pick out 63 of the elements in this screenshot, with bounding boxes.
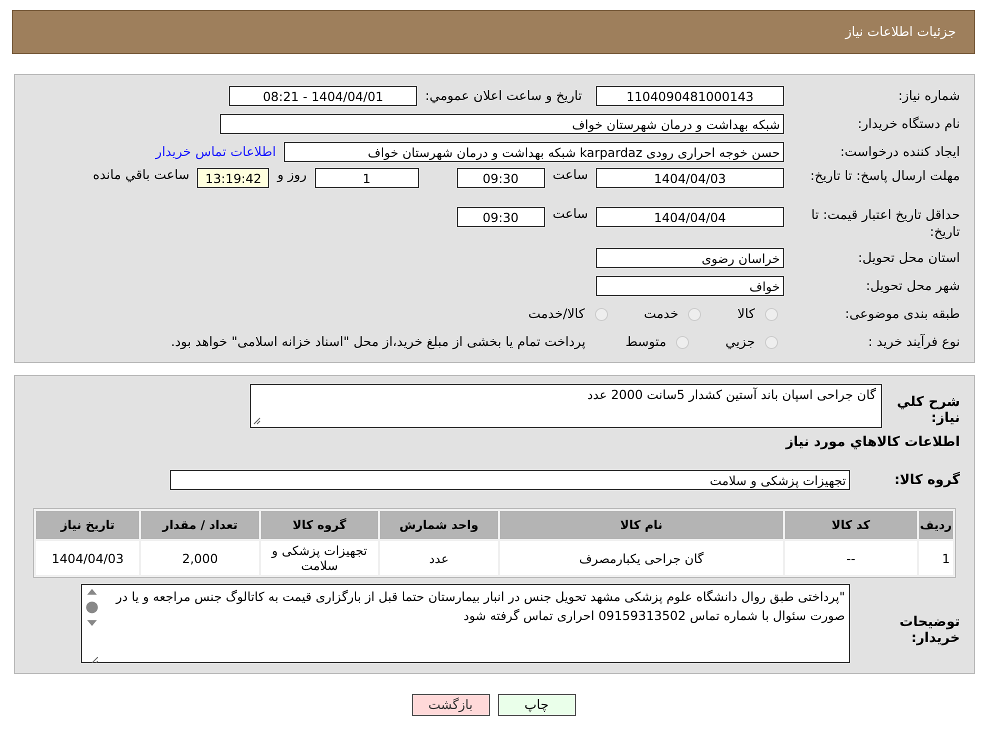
- city-field: خواف: [596, 276, 784, 296]
- radio-label: خدمت: [644, 306, 678, 322]
- field-label: ساعت: [552, 168, 588, 183]
- field-label: مهلت ارسال پاسخ: تا تاریخ:: [809, 168, 960, 185]
- field-label: گروه کالا:: [893, 472, 960, 488]
- buyer-org-field: شبکه بهداشت و درمان شهرستان خواف: [220, 114, 784, 134]
- field-label: نوع فرآیند خرید :: [867, 334, 960, 350]
- validity-date-field: 1404/04/04: [596, 207, 784, 227]
- table-cell: گان جراحی یکبارمصرف: [500, 541, 784, 575]
- field-label: ساعت باقي مانده: [92, 168, 190, 183]
- province-field: خراسان رضوی: [596, 248, 784, 268]
- radio-button[interactable]: [765, 336, 778, 348]
- days-field: 1: [314, 168, 419, 188]
- need-number-field: 1104090481000143: [596, 86, 784, 106]
- field-label: شرح کلي نیاز:: [896, 393, 960, 426]
- radio-button[interactable]: [676, 336, 690, 348]
- column-header: تعداد / مقدار: [141, 511, 259, 539]
- radio-label: کالا: [737, 306, 755, 322]
- radio-label: جزیي: [725, 334, 755, 350]
- buyer-notes-box: "پرداختی طبق روال دانشگاه علوم پزشکی مشهد تحویل جنس در انبار بیمارستان حتما قبل از بارگزاری قیمت به کاتالوگ جنس مراجعه و یا در صورت سئوال با شماره تماس 09159313502 احراری تماس گرفته شود: [81, 584, 850, 663]
- section-title: اطلاعات کالاهاي مورد نیاز: [784, 434, 960, 450]
- requester-field: حسن خوجه احراری رودی karpardaz شبکه بهداشت و درمان شهرستان خواف: [284, 142, 784, 162]
- field-label: شماره نیاز:: [897, 88, 960, 104]
- column-header: واحد شمارش: [380, 511, 498, 539]
- buyer-contact-link[interactable]: اطلاعات تماس خریدار: [156, 144, 276, 160]
- table-cell: 1404/04/03: [36, 541, 140, 575]
- field-label: شهر محل تحویل:: [864, 278, 960, 294]
- deadline-time-field: 09:30: [456, 168, 545, 188]
- field-label: ایجاد کننده درخواست:: [839, 144, 960, 160]
- table-cell: --: [785, 541, 917, 575]
- column-header: نام کالا: [500, 511, 784, 539]
- table-cell: عدد: [380, 541, 498, 575]
- field-label: ساعت: [552, 207, 588, 222]
- resize-grip-icon[interactable]: [253, 417, 261, 425]
- column-header: کد کالا: [785, 511, 917, 539]
- process-note: پرداخت تمام یا بخشی از مبلغ خرید،از محل "اسناد خزانه اسلامی" خواهد بود.: [170, 334, 586, 350]
- radio-button[interactable]: [688, 308, 702, 320]
- table-cell: 1: [918, 541, 953, 575]
- field-label: استان محل تحویل:: [857, 250, 960, 266]
- field-label: توضیحات خریدار:: [898, 613, 960, 646]
- goods-group-field: تجهیزات پزشکی و سلامت: [170, 470, 850, 490]
- validity-time-field: 09:30: [456, 207, 545, 227]
- deadline-date-field: 1404/04/03: [596, 168, 784, 188]
- table-cell: تجهیزات پزشکی و سلامت: [260, 541, 378, 575]
- summary-box: گان جراحی اسپان باند آستین کشدار 5سانت 2000 عدد: [250, 384, 882, 428]
- field-label: حداقل تاریخ اعتبار قیمت: تا تاریخ:: [810, 207, 960, 241]
- field-label: روز و: [277, 168, 307, 183]
- page-title: جزئیات اطلاعات نیاز: [845, 24, 956, 40]
- back-button[interactable]: بازگشت: [412, 694, 490, 716]
- field-label: طبقه بندی موضوعی:: [844, 306, 960, 322]
- field-label: تاریخ و ساعت اعلان عمومي:: [425, 88, 582, 104]
- radio-label: کالا/خدمت: [528, 306, 585, 322]
- column-header: گروه کالا: [260, 511, 378, 539]
- radio-button[interactable]: [765, 308, 778, 320]
- table-cell: 2,000: [141, 541, 259, 575]
- remaining-time-field: 13:19:42: [197, 168, 270, 188]
- radio-button[interactable]: [594, 308, 608, 320]
- announce-date-field: 1404/04/01 - 08:21: [229, 86, 418, 106]
- radio-label: متوسط: [625, 334, 666, 350]
- field-label: نام دستگاه خریدار:: [856, 116, 960, 132]
- column-header: تاریخ نیاز: [36, 511, 140, 539]
- column-header: ردیف: [918, 511, 953, 539]
- print-button[interactable]: چاپ: [498, 694, 576, 716]
